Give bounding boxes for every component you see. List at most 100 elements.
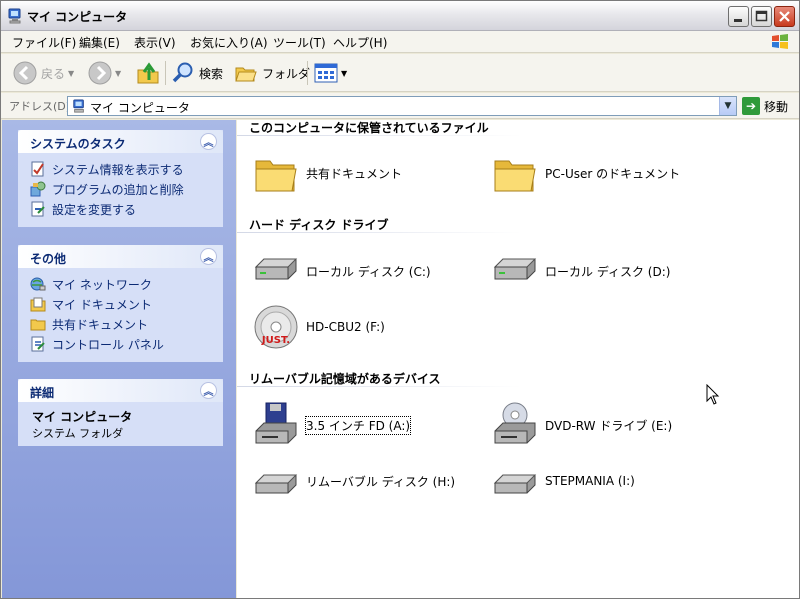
local-disk-d-label: ローカル ディスク (D:)	[545, 264, 671, 279]
toolbar: 戻る ▼ ▼ 検索 フォルダ ▼	[1, 54, 799, 92]
my-network-icon	[30, 277, 46, 291]
views-dropdown-icon[interactable]: ▼	[341, 69, 347, 78]
task-pane: システムのタスク ︽ システム情報を表示する プログラムの追加と削除 設定を変更…	[2, 120, 236, 598]
views-button[interactable]: ▼	[314, 59, 347, 87]
system-tasks-header[interactable]: システムのタスク ︽	[18, 130, 223, 153]
add-remove-programs-link[interactable]: プログラムの追加と削除	[30, 179, 223, 199]
system-tasks-title: システムのタスク	[30, 137, 126, 151]
menu-tools[interactable]: ツール(T)	[270, 34, 329, 51]
chevron-down-icon: ▼	[724, 101, 732, 111]
window-title: マイ コンピュータ	[27, 10, 128, 24]
folder-icon	[255, 160, 297, 192]
folder-icon	[30, 319, 46, 331]
dvd-rw-drive-e[interactable]: DVD-RW ドライブ (E:)	[491, 401, 672, 449]
user-documents-folder[interactable]: PC-User のドキュメント	[491, 149, 680, 197]
collapse-chevron-icon[interactable]: ︽	[200, 382, 217, 399]
go-button[interactable]: ➔ 移動	[742, 96, 788, 116]
forward-button[interactable]: ▼	[88, 59, 121, 87]
details-panel: 詳細 ︽ マイ コンピュータ システム フォルダ	[18, 379, 223, 446]
group-heading-hdd: ハード ディスク ドライブ	[249, 218, 389, 232]
add-remove-programs-icon	[30, 181, 46, 197]
my-computer-icon	[8, 8, 21, 24]
search-icon	[172, 62, 193, 83]
shared-documents-link[interactable]: 共有ドキュメント	[30, 314, 223, 334]
dvd-rw-drive-e-label: DVD-RW ドライブ (E:)	[545, 418, 673, 433]
view-system-info-link[interactable]: システム情報を表示する	[30, 159, 223, 179]
content-area: このコンピュータに保管されているファイル 共有ドキュメント PC-User のド…	[237, 120, 799, 598]
back-label: 戻る	[41, 66, 66, 81]
toolbar-separator	[307, 61, 308, 85]
change-settings-link[interactable]: 設定を変更する	[30, 199, 223, 219]
removable-disk-h-label: リムーバブル ディスク (H:)	[306, 474, 456, 489]
add-remove-programs-label: プログラムの追加と削除	[52, 182, 184, 197]
toolbar-separator	[165, 61, 166, 85]
my-documents-link[interactable]: マイ ドキュメント	[30, 294, 223, 314]
dvd-drive-icon	[494, 402, 536, 444]
local-disk-c[interactable]: ローカル ディスク (C:)	[252, 247, 431, 295]
optical-disc-icon: JUST.	[254, 305, 298, 349]
view-system-info-label: システム情報を表示する	[52, 162, 184, 177]
address-input[interactable]: マイ コンピュータ ▼	[67, 96, 737, 116]
back-button[interactable]: 戻る ▼	[13, 59, 74, 87]
close-button[interactable]	[774, 6, 795, 27]
local-disk-d[interactable]: ローカル ディスク (D:)	[491, 247, 670, 295]
details-title: 詳細	[30, 386, 55, 400]
change-settings-label: 設定を変更する	[52, 202, 137, 217]
minimize-button[interactable]	[728, 6, 749, 27]
hard-disk-icon	[254, 258, 298, 280]
go-arrow-icon: ➔	[742, 97, 760, 115]
details-header[interactable]: 詳細 ︽	[18, 379, 223, 402]
removable-disk-h[interactable]: リムーバブル ディスク (H:)	[252, 457, 455, 505]
control-panel-link[interactable]: コントロール パネル	[30, 334, 223, 354]
removable-disk-icon	[254, 474, 298, 494]
forward-dropdown-icon[interactable]: ▼	[115, 69, 121, 78]
collapse-chevron-icon[interactable]: ︽	[200, 248, 217, 265]
search-button[interactable]: 検索	[171, 59, 223, 87]
address-bar: アドレス(D) マイ コンピュータ ▼ ➔ 移動	[1, 93, 799, 119]
control-panel-label: コントロール パネル	[52, 337, 164, 352]
collapse-chevron-icon[interactable]: ︽	[200, 133, 217, 150]
up-folder-button[interactable]	[135, 59, 161, 87]
menu-bar: ファイル(F) 編集(E) 表示(V) お気に入り(A) ツール(T) ヘルプ(…	[1, 31, 799, 53]
shared-documents-label: 共有ドキュメント	[306, 166, 403, 181]
details-subtitle: システム フォルダ	[32, 427, 124, 440]
folders-button[interactable]: フォルダ	[234, 59, 310, 87]
stepmania-drive-i[interactable]: STEPMANIA (I:)	[491, 457, 635, 505]
group-divider	[237, 232, 522, 233]
hd-cbu2-drive[interactable]: JUST. HD-CBU2 (F:)	[252, 303, 385, 351]
shared-documents-folder[interactable]: 共有ドキュメント	[252, 149, 402, 197]
maximize-button[interactable]	[751, 6, 772, 27]
menu-help[interactable]: ヘルプ(H)	[330, 34, 390, 51]
group-divider	[237, 135, 522, 136]
menu-edit[interactable]: 編集(E)	[76, 34, 123, 51]
menu-file[interactable]: ファイル(F)	[9, 34, 79, 51]
system-tasks-panel: システムのタスク ︽ システム情報を表示する プログラムの追加と削除 設定を変更…	[18, 130, 223, 227]
maximize-icon	[755, 10, 768, 22]
folders-icon	[235, 67, 257, 82]
forward-arrow-icon	[88, 61, 112, 85]
user-documents-label: PC-User のドキュメント	[545, 166, 681, 181]
back-dropdown-icon[interactable]: ▼	[68, 69, 74, 78]
other-places-panel: その他 ︽ マイ ネットワーク マイ ドキュメント 共有ドキュメント コントロー…	[18, 245, 223, 362]
address-dropdown-button[interactable]: ▼	[719, 97, 736, 115]
close-icon	[779, 11, 790, 22]
my-documents-icon	[30, 297, 46, 312]
other-places-header[interactable]: その他 ︽	[18, 245, 223, 268]
my-network-label: マイ ネットワーク	[52, 277, 152, 292]
search-label: 検索	[199, 66, 224, 81]
address-value: マイ コンピュータ	[90, 101, 190, 115]
menu-favorites[interactable]: お気に入り(A)	[187, 34, 271, 51]
views-icon	[314, 63, 338, 83]
group-heading-removable: リムーバブル記憶域があるデバイス	[249, 372, 441, 386]
shared-documents-label: 共有ドキュメント	[52, 317, 149, 332]
group-heading-files: このコンピュータに保管されているファイル	[249, 121, 489, 135]
menu-view[interactable]: 表示(V)	[131, 34, 179, 51]
details-name: マイ コンピュータ	[32, 410, 133, 424]
title-bar[interactable]: マイ コンピュータ	[1, 1, 799, 31]
hd-cbu2-label: HD-CBU2 (F:)	[306, 320, 385, 334]
explorer-window: マイ コンピュータ ファイル(F) 編集(E) 表示(V) お気に入り(A) ツ…	[0, 0, 800, 599]
change-settings-icon	[31, 201, 45, 217]
my-network-link[interactable]: マイ ネットワーク	[30, 274, 223, 294]
my-computer-icon	[73, 99, 84, 113]
floppy-drive-a[interactable]: 3.5 インチ FD (A:)	[252, 401, 412, 449]
